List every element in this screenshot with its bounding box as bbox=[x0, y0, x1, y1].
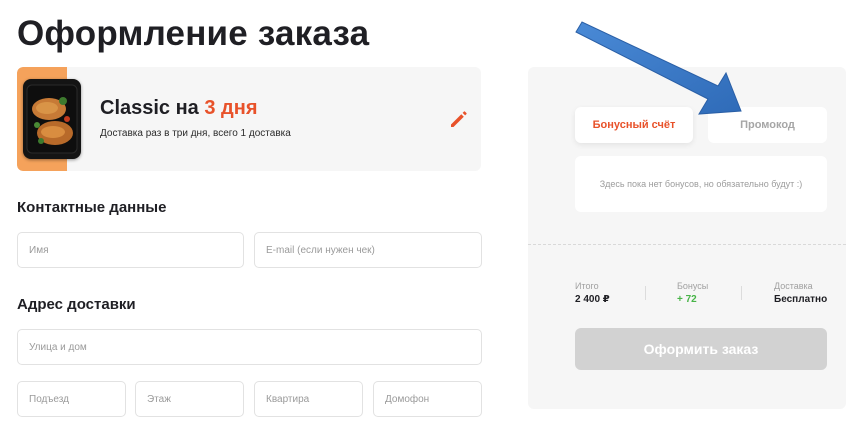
address-section-title: Адрес доставки bbox=[17, 296, 136, 313]
bonus-label: Бонусы bbox=[677, 281, 709, 291]
sidebar-divider bbox=[528, 244, 846, 245]
page-title: Оформление заказа bbox=[17, 14, 370, 53]
apartment-input[interactable]: Квартира bbox=[254, 381, 363, 417]
summary-bonus: Бонусы + 72 bbox=[677, 281, 708, 305]
product-name-text: Classic на bbox=[100, 97, 199, 119]
entrance-input[interactable]: Подъезд bbox=[17, 381, 126, 417]
delivery-label: Доставка bbox=[774, 281, 813, 291]
summary-total: Итого 2 400 ₽ bbox=[575, 281, 610, 305]
product-name: Classic на 3 дня bbox=[100, 97, 258, 120]
summary-separator bbox=[645, 286, 646, 300]
edit-order-button[interactable] bbox=[447, 107, 471, 131]
delivery-value: Бесплатно bbox=[774, 294, 828, 305]
email-input[interactable]: E-mail (если нужен чек) bbox=[254, 232, 482, 268]
product-duration: 3 дня bbox=[204, 97, 258, 119]
street-input[interactable]: Улица и дом bbox=[17, 329, 482, 365]
summary-separator bbox=[741, 286, 742, 300]
product-description: Доставка раз в три дня, всего 1 доставка bbox=[100, 128, 291, 139]
floor-input[interactable]: Этаж bbox=[135, 381, 244, 417]
tab-bonus-account[interactable]: Бонусный счёт bbox=[575, 107, 693, 143]
total-value: 2 400 ₽ bbox=[575, 294, 610, 305]
summary-delivery: Доставка Бесплатно bbox=[774, 281, 827, 305]
bonus-empty-message: Здесь пока нет бонусов, но обязательно б… bbox=[575, 156, 827, 212]
order-sidebar: Бонусный счёт Промокод Здесь пока нет бо… bbox=[528, 67, 846, 409]
total-label: Итого bbox=[575, 281, 599, 291]
tab-promocode[interactable]: Промокод bbox=[708, 107, 827, 143]
bonus-value: + 72 bbox=[677, 294, 697, 305]
name-input[interactable]: Имя bbox=[17, 232, 244, 268]
contact-section-title: Контактные данные bbox=[17, 199, 167, 216]
pencil-icon bbox=[451, 111, 467, 127]
product-image bbox=[23, 79, 81, 159]
submit-order-button[interactable]: Оформить заказ bbox=[575, 328, 827, 370]
product-card: Classic на 3 дня Доставка раз в три дня,… bbox=[17, 67, 481, 171]
intercom-input[interactable]: Домофон bbox=[373, 381, 482, 417]
